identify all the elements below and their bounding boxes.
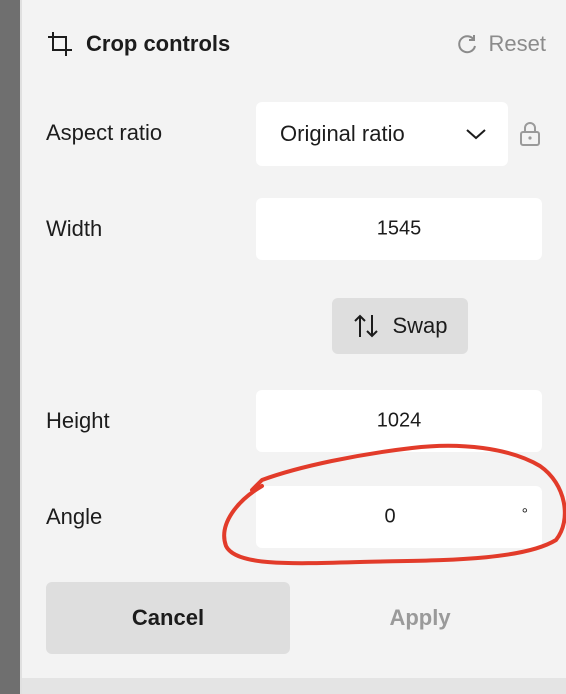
apply-button[interactable]: Apply <box>298 582 542 654</box>
bottom-edge-strip <box>22 678 566 694</box>
angle-value: 0 <box>384 505 396 528</box>
reset-button[interactable]: Reset <box>447 24 554 64</box>
swap-arrows-icon <box>352 313 382 339</box>
reset-label: Reset <box>488 31 546 56</box>
width-label: Width <box>46 216 103 241</box>
chevron-down-icon <box>464 124 488 144</box>
height-label: Height <box>46 408 110 433</box>
aspect-ratio-label: Aspect ratio <box>46 120 163 145</box>
crop-controls-panel: Crop controls Reset Aspect ratio Origina… <box>22 0 566 678</box>
height-input[interactable]: 1024 <box>256 390 542 452</box>
lock-icon[interactable] <box>516 120 544 148</box>
refresh-icon <box>455 32 479 56</box>
width-value: 1545 <box>376 217 422 240</box>
apply-label: Apply <box>389 605 451 630</box>
crop-icon <box>46 30 74 58</box>
panel-header: Crop controls Reset <box>46 24 554 64</box>
height-value: 1024 <box>376 409 422 432</box>
aspect-ratio-select[interactable]: Original ratio <box>256 102 508 166</box>
angle-input[interactable]: 0 ° <box>256 486 542 548</box>
swap-label: Swap <box>392 313 448 338</box>
cancel-button[interactable]: Cancel <box>46 582 290 654</box>
angle-label: Angle <box>46 504 103 529</box>
panel-title: Crop controls <box>86 31 231 56</box>
crop-controls-window: Crop controls Reset Aspect ratio Origina… <box>0 0 566 694</box>
cancel-label: Cancel <box>131 605 205 630</box>
aspect-ratio-value: Original ratio <box>280 121 405 146</box>
width-input[interactable]: 1545 <box>256 198 542 260</box>
left-edge-strip <box>0 0 20 694</box>
swap-button[interactable]: Swap <box>332 298 468 354</box>
degree-unit: ° <box>521 506 528 523</box>
